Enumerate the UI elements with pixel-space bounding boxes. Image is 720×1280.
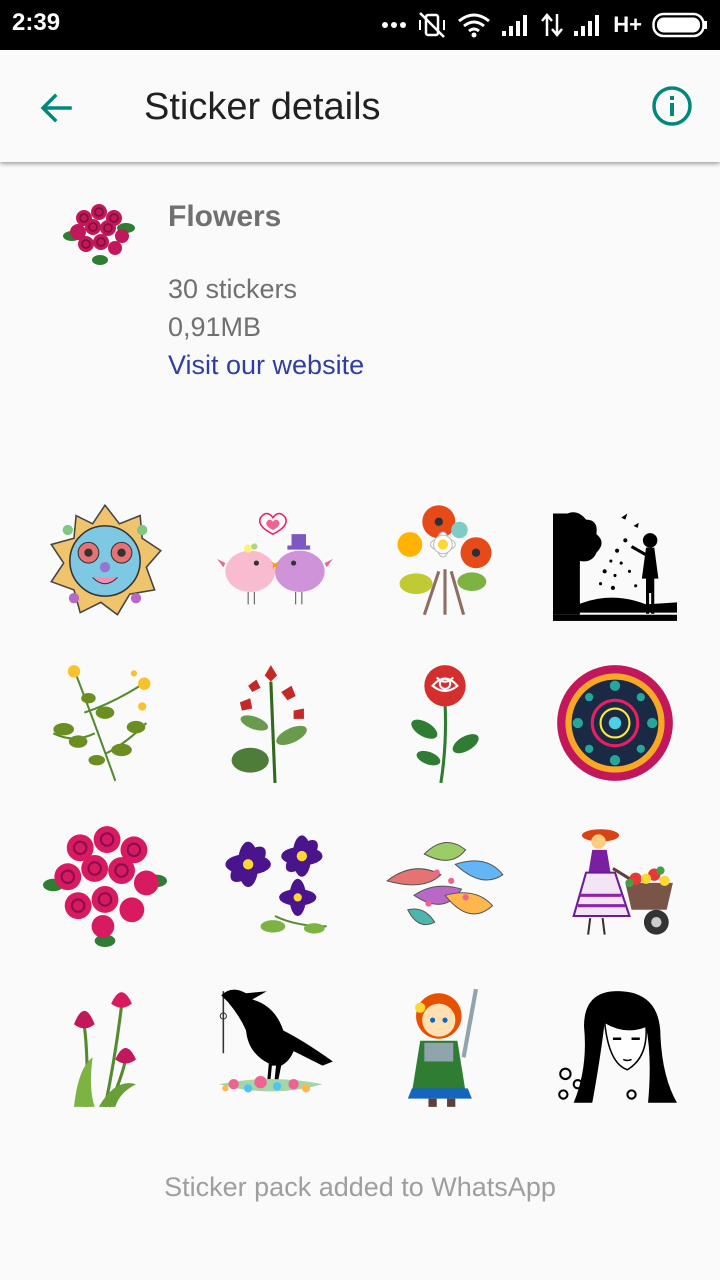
battery-icon [652,12,708,38]
info-icon [652,86,692,126]
arrow-back-icon [40,93,72,123]
pack-tray-icon [62,198,136,266]
pack-header: Flowers 30 stickers 0,91MB Visit our web… [0,162,720,422]
sticker-item[interactable] [20,642,190,804]
sticker-grid [20,480,700,1128]
purple-clematis-sticker [225,835,327,934]
signal-icon [573,13,603,37]
status-icons: H+ [381,8,708,42]
pack-size: 0,91MB [168,312,262,342]
status-time: 2:39 [12,9,61,36]
roses-bouquet-sticker [43,826,167,947]
raven-flowers-sticker [219,989,333,1093]
page-title: Sticker details [144,86,381,128]
data-arrows-icon [541,12,564,38]
pack-added-status: Sticker pack added to WhatsApp [164,1172,556,1202]
yellow-wildflower-sticker [52,665,151,782]
pink-tulips-sticker [74,992,136,1108]
sticker-item[interactable] [190,480,360,642]
mandala-lion-sticker [50,503,162,616]
sticker-item[interactable] [360,480,530,642]
sticker-item[interactable] [530,804,700,966]
red-bells-flower-sticker [231,665,307,783]
back-button[interactable] [28,80,84,136]
sticker-item[interactable] [190,966,360,1128]
sticker-item[interactable] [190,804,360,966]
sticker-item[interactable] [530,642,700,804]
sticker-item[interactable] [530,480,700,642]
vibrate-off-icon [417,11,447,39]
red-rose-sticker [411,665,479,784]
sticker-item[interactable] [190,642,360,804]
girl-portrait-sticker [558,991,677,1103]
round-mandala-sticker [557,665,673,781]
sticker-item[interactable] [360,642,530,804]
info-button[interactable] [644,78,700,134]
warrior-girl-sticker [407,988,479,1107]
girl-wheelbarrow-sticker [572,829,673,935]
boy-silhouette-tree-sticker [553,512,677,621]
sticker-item[interactable] [20,804,190,966]
love-birds-sticker [217,512,333,605]
paisley-feathers-sticker [385,842,504,926]
wifi-icon [457,12,491,38]
app-bar: Sticker details [0,50,720,162]
sticker-item[interactable] [360,804,530,966]
network-type-label: H+ [613,12,642,37]
sticker-item[interactable] [20,966,190,1128]
pack-name: Flowers [168,200,282,233]
sticker-item[interactable] [360,966,530,1128]
signal-icon [501,13,531,37]
website-link[interactable]: Visit our website [168,350,364,381]
sticker-item[interactable] [20,480,190,642]
status-bar: 2:39 H+ [0,0,720,50]
poppy-daisy-bouquet-sticker [397,505,492,616]
more-dots-icon [381,21,407,29]
sticker-item[interactable] [530,966,700,1128]
sticker-count: 30 stickers [168,274,298,304]
